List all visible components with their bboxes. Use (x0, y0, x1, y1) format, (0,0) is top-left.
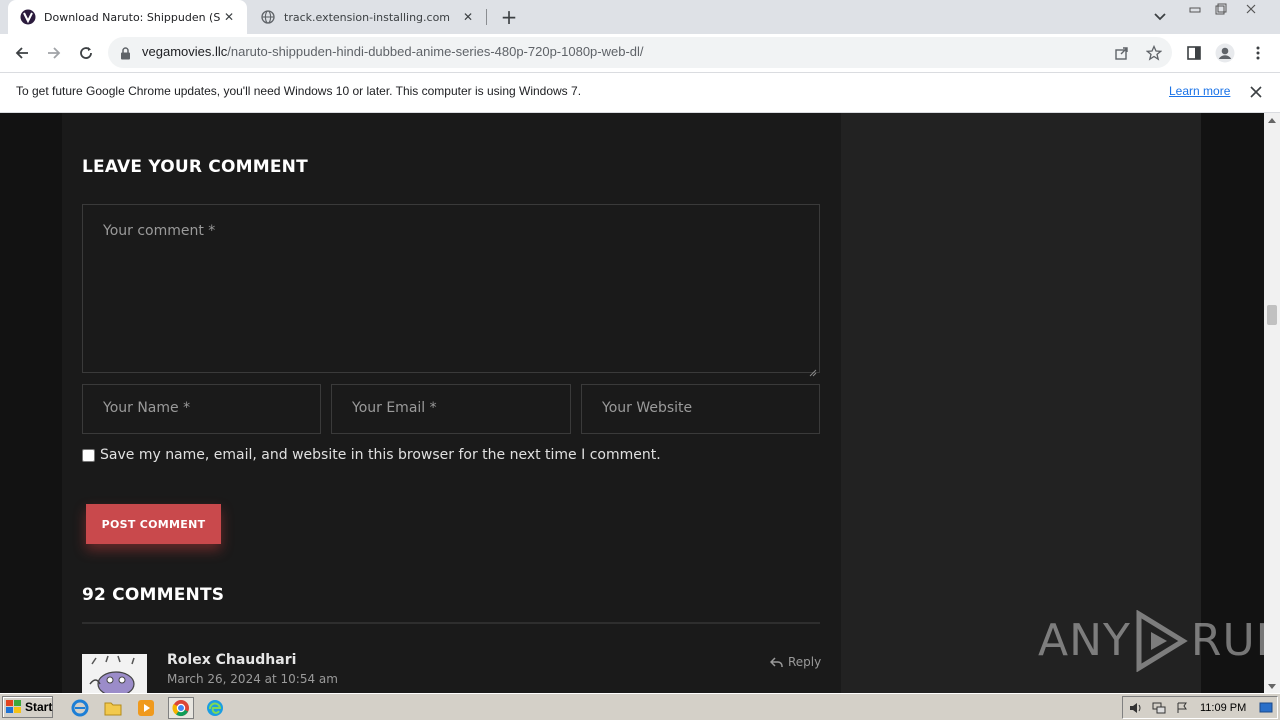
close-icon[interactable] (1248, 84, 1264, 100)
edge-icon[interactable] (204, 697, 226, 719)
comments-count-heading: 92 COMMENTS (82, 585, 225, 605)
volume-icon[interactable] (1126, 698, 1146, 718)
divider (82, 622, 820, 624)
action-center-flag-icon[interactable] (1172, 698, 1192, 718)
forward-arrow-icon[interactable] (39, 38, 69, 68)
network-icon[interactable] (1149, 698, 1169, 718)
start-button[interactable]: Start (2, 696, 53, 718)
tab-close-icon[interactable]: ✕ (460, 9, 476, 25)
learn-more-link[interactable]: Learn more (1169, 84, 1230, 98)
comment-author[interactable]: Rolex Chaudhari (167, 652, 296, 668)
vegamovies-v-icon (20, 9, 36, 25)
comment-textarea[interactable]: Your comment * (82, 204, 820, 377)
name-field[interactable]: Your Name * (82, 384, 321, 434)
leave-comment-heading: LEAVE YOUR COMMENT (82, 157, 308, 177)
kebab-menu-icon[interactable] (1247, 42, 1269, 64)
update-infobar: To get future Google Chrome updates, you… (0, 72, 1280, 113)
media-player-icon[interactable] (135, 697, 157, 719)
tab-strip: Download Naruto: Shippuden (Seaso ✕ trac… (0, 0, 1280, 34)
show-desktop-icon[interactable] (1256, 698, 1276, 718)
bookmark-star-icon[interactable] (1144, 43, 1164, 63)
system-tray: 11:09 PM (1122, 696, 1278, 719)
internet-explorer-icon[interactable] (69, 697, 91, 719)
anyrun-watermark: ANY RUN (1038, 610, 1264, 672)
tab-search-chevron-icon[interactable] (1150, 8, 1170, 26)
tab-title: track.extension-installing.com (284, 10, 451, 24)
back-arrow-icon[interactable] (7, 38, 37, 68)
tab-separator (486, 9, 487, 25)
windows-flag-icon (6, 700, 22, 714)
tab-close-icon[interactable]: ✕ (221, 9, 237, 25)
save-info-row: Save my name, email, and website in this… (82, 447, 661, 463)
side-panel-icon[interactable] (1183, 42, 1205, 64)
tab-track-extension[interactable]: track.extension-installing.com ✕ (248, 0, 486, 34)
close-window-icon[interactable] (1234, 0, 1268, 18)
resize-handle-icon[interactable] (809, 362, 817, 377)
file-explorer-icon[interactable] (102, 697, 124, 719)
page-scrollbar[interactable] (1264, 113, 1280, 693)
url-text[interactable]: vegamovies.llc/naruto-shippuden-hindi-du… (142, 44, 644, 59)
post-comment-button[interactable]: POST COMMENT (86, 504, 221, 544)
scrollbar-thumb[interactable] (1267, 305, 1277, 325)
share-icon[interactable] (1112, 43, 1132, 63)
lock-icon[interactable] (120, 45, 131, 64)
browser-toolbar: vegamovies.llc/naruto-shippuden-hindi-du… (0, 34, 1280, 72)
sidebar-column (841, 113, 1201, 693)
reply-arrow-icon (770, 656, 783, 668)
minimize-icon[interactable] (1182, 0, 1208, 18)
avatar (82, 654, 147, 693)
windows-taskbar: Start 11:09 PM (0, 693, 1280, 720)
globe-icon (260, 9, 276, 25)
comment-placeholder: Your comment * (103, 223, 216, 239)
tab-title: Download Naruto: Shippuden (Seaso (44, 10, 221, 24)
scroll-down-arrow-icon[interactable] (1264, 679, 1280, 693)
name-placeholder: Your Name * (103, 400, 191, 416)
reply-link[interactable]: Reply (770, 655, 821, 669)
window-controls (1182, 0, 1268, 18)
taskbar-clock[interactable]: 11:09 PM (1200, 702, 1246, 714)
url-domain: vegamovies.llc (142, 44, 228, 59)
address-bar[interactable]: vegamovies.llc/naruto-shippuden-hindi-du… (108, 37, 1172, 68)
watermark-right: RUN (1190, 615, 1264, 666)
new-tab-plus-icon[interactable]: + (498, 5, 520, 29)
email-field[interactable]: Your Email * (331, 384, 571, 434)
website-field[interactable]: Your Website (581, 384, 820, 434)
restore-icon[interactable] (1208, 0, 1234, 18)
comment-date[interactable]: March 26, 2024 at 10:54 am (167, 672, 338, 686)
chrome-icon[interactable] (168, 697, 194, 719)
email-placeholder: Your Email * (352, 400, 437, 416)
play-triangle-icon (1133, 610, 1189, 672)
save-info-label[interactable]: Save my name, email, and website in this… (100, 447, 661, 463)
profile-avatar-icon[interactable] (1214, 42, 1236, 64)
scroll-up-arrow-icon[interactable] (1264, 113, 1280, 127)
tab-vegamovies[interactable]: Download Naruto: Shippuden (Seaso ✕ (8, 0, 247, 34)
start-label: Start (25, 700, 53, 714)
reload-icon[interactable] (71, 38, 101, 68)
watermark-left: ANY (1038, 615, 1131, 666)
page-viewport: LEAVE YOUR COMMENT Your comment * Your N… (0, 113, 1264, 693)
website-placeholder: Your Website (602, 400, 693, 416)
save-info-checkbox[interactable] (82, 448, 95, 462)
url-path: /naruto-shippuden-hindi-dubbed-anime-ser… (227, 44, 644, 59)
reply-label: Reply (788, 655, 822, 669)
infobar-message: To get future Google Chrome updates, you… (16, 84, 582, 98)
